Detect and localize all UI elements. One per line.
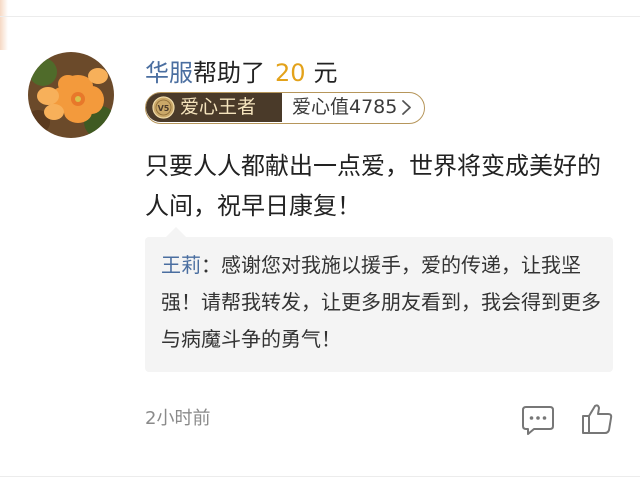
comment-icon (522, 406, 554, 435)
reply-box[interactable]: 王莉：感谢您对我施以援手，爱的传递，让我坚强！请帮我转发，让更多朋友看到，我会得… (145, 237, 613, 372)
comment-button[interactable] (520, 404, 556, 436)
comment-text: 只要人人都献出一点爱，世界将变成美好的人间，祝早日康复！ (145, 152, 601, 220)
like-button[interactable] (580, 402, 614, 436)
reply-separator: ： (201, 253, 221, 277)
donor-name-link[interactable]: 华服 (145, 59, 193, 87)
donation-amount: 20 (275, 59, 306, 87)
love-level-badge[interactable]: V5 爱心王者 爱心值4785 (145, 92, 425, 124)
timestamp: 2小时前 (145, 408, 211, 429)
bottom-divider (0, 476, 640, 477)
reply-pointer (166, 227, 186, 237)
badge-title: 爱心王者 (180, 96, 257, 118)
edge-decoration (0, 0, 8, 50)
donation-action-text: 帮助了 (193, 59, 265, 87)
donation-unit: 元 (313, 59, 338, 87)
reply-content: 王莉：感谢您对我施以援手，爱的传递，让我坚强！请帮我转发，让更多朋友看到，我会得… (161, 247, 601, 358)
avatar[interactable] (28, 52, 114, 138)
thumbs-up-icon (582, 404, 613, 434)
donation-summary: 华服帮助了 20 元 (145, 56, 338, 90)
badge-level-section: V5 爱心王者 (146, 93, 282, 122)
chevron-right-icon (402, 100, 411, 115)
top-divider (0, 16, 640, 17)
medal-icon: V5 (152, 96, 175, 119)
reply-message: 感谢您对我施以援手，爱的传递，让我坚强！请帮我转发，让更多朋友看到，我会得到更多… (161, 253, 601, 351)
medal-label: V5 (158, 104, 170, 113)
love-score: 爱心值4785 (292, 96, 398, 118)
reply-author-link[interactable]: 王莉 (161, 253, 201, 277)
flower-avatar-image (28, 52, 114, 138)
